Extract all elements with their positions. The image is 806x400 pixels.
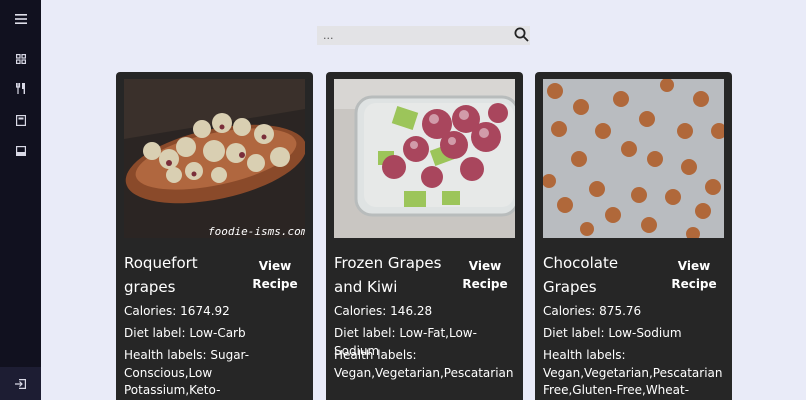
view-recipe-button[interactable]: View Recipe [456, 257, 514, 293]
recipe-image [334, 79, 515, 238]
inbox-icon[interactable] [0, 141, 41, 161]
recipe-card: Chocolate Grapes View Recipe Calories: 8… [535, 72, 732, 400]
logout-button[interactable] [0, 367, 41, 400]
search-input[interactable] [317, 26, 512, 45]
view-recipe-button[interactable]: View Recipe [665, 257, 723, 293]
grid-icon[interactable] [0, 49, 41, 69]
recipe-health-labels: Health labels: Vegan,Vegetarian,Pescatar… [334, 348, 514, 380]
utensils-icon[interactable] [0, 78, 41, 98]
recipe-diet-label: Diet label: Low-Sodium [543, 326, 682, 340]
hamburger-menu-icon[interactable] [0, 9, 41, 29]
recipe-title: Roquefort grapes [124, 254, 198, 296]
recipe-health-labels: Health labels: Vegan,Vegetarian,Pescatar… [543, 348, 723, 397]
recipe-card: Frozen Grapes and Kiwi View Recipe Calor… [326, 72, 523, 400]
recipe-calories: Calories: 1674.92 [124, 304, 230, 318]
recipe-calories: Calories: 146.28 [334, 304, 433, 318]
search-icon [514, 27, 529, 45]
recipe-image [543, 79, 724, 238]
recipe-title: Frozen Grapes and Kiwi [334, 254, 442, 296]
search-bar [317, 26, 530, 45]
sidebar [0, 0, 41, 400]
recipe-title: Chocolate Grapes [543, 254, 619, 296]
recipe-diet-label: Diet label: Low-Carb [124, 326, 246, 340]
book-icon[interactable] [0, 110, 41, 130]
recipe-card: foodie-isms.com Roquefort grapes View Re… [116, 72, 313, 400]
recipe-calories: Calories: 875.76 [543, 304, 642, 318]
logout-icon [15, 374, 26, 393]
search-button[interactable] [512, 26, 530, 45]
view-recipe-button[interactable]: View Recipe [246, 257, 304, 293]
watermark-text: foodie-isms.com [208, 225, 305, 238]
recipe-image: foodie-isms.com [124, 79, 305, 238]
recipe-health-labels: Health labels: Sugar-Conscious,Low Potas… [124, 348, 250, 397]
